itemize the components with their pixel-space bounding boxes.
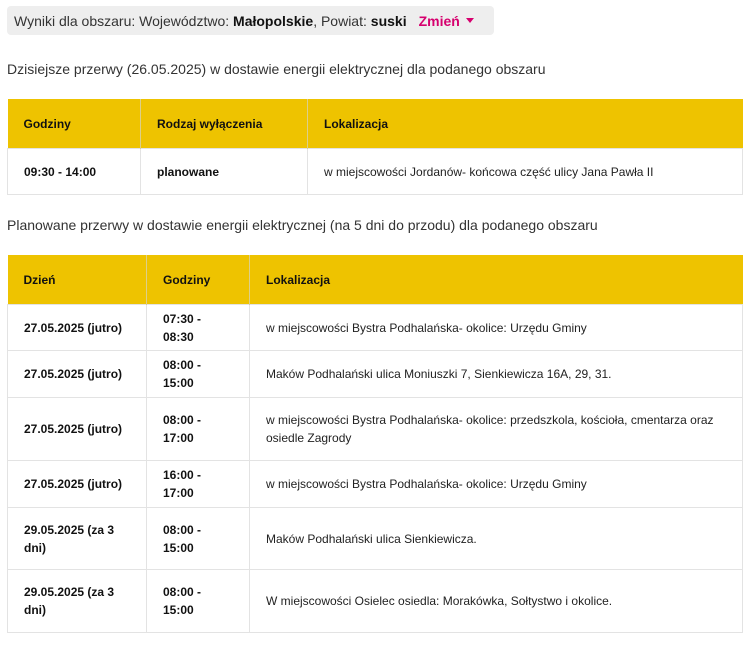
cell-day: 27.05.2025 (jutro) [7, 460, 147, 508]
area-prefix: Wyniki dla obszaru: Województwo: [14, 12, 230, 29]
table-header-row: Godziny Rodzaj wyłączenia Lokalizacja [7, 99, 743, 149]
cell-day: 27.05.2025 (jutro) [7, 304, 147, 351]
voivodeship-value: Małopolskie [233, 12, 314, 29]
page: Wyniki dla obszaru: Województwo: Małopol… [0, 0, 752, 649]
cell-location: W miejscowości Osielec osiedla: Morakówk… [249, 569, 743, 633]
cell-location: w miejscowości Bystra Podhalańska- okoli… [249, 460, 743, 508]
table-header-row: Dzień Godziny Lokalizacja [7, 255, 743, 305]
today-section-title: Dzisiejsze przerwy (26.05.2025) w dostaw… [7, 61, 546, 77]
cell-location: Maków Podhalański ulica Moniuszki 7, Sie… [249, 350, 743, 398]
cell-day: 27.05.2025 (jutro) [7, 397, 147, 461]
change-area-label: Zmień [418, 12, 460, 29]
cell-location: Maków Podhalański ulica Sienkiewicza. [249, 507, 743, 570]
column-header-hours: Godziny [7, 99, 141, 149]
cell-type: planowane [140, 148, 308, 195]
county-prefix: , Powiat: [313, 12, 367, 29]
caret-down-icon [465, 18, 474, 23]
area-selection-bar: Wyniki dla obszaru: Województwo: Małopol… [7, 6, 494, 35]
table-row: 27.05.2025 (jutro) 16:00 - 17:00 w miejs… [7, 460, 743, 508]
cell-hours: 08:00 - 15:00 [146, 507, 250, 570]
cell-location: w miejscowości Bystra Podhalańska- okoli… [249, 397, 743, 461]
cell-location: w miejscowości Jordanów- końcowa część u… [307, 148, 743, 195]
cell-hours: 08:00 - 15:00 [146, 569, 250, 633]
column-header-day: Dzień [7, 255, 147, 305]
column-header-location: Lokalizacja [249, 255, 743, 305]
table-row: 27.05.2025 (jutro) 08:00 - 17:00 w miejs… [7, 397, 743, 461]
cell-hours: 16:00 - 17:00 [146, 460, 250, 508]
cell-hours: 08:00 - 15:00 [146, 350, 250, 398]
column-header-type: Rodzaj wyłączenia [140, 99, 308, 149]
planned-outages-table: Dzień Godziny Lokalizacja 27.05.2025 (ju… [7, 255, 743, 633]
county-value: suski [370, 12, 407, 29]
change-area-button[interactable]: Zmień [419, 13, 474, 29]
cell-location: w miejscowości Bystra Podhalańska- okoli… [249, 304, 743, 351]
cell-hours: 08:00 - 17:00 [146, 397, 250, 461]
cell-day: 29.05.2025 (za 3 dni) [7, 569, 147, 633]
column-header-hours: Godziny [146, 255, 250, 305]
table-row: 27.05.2025 (jutro) 07:30 - 08:30 w miejs… [7, 304, 743, 351]
table-row: 29.05.2025 (za 3 dni) 08:00 - 15:00 Makó… [7, 507, 743, 570]
planned-section-title: Planowane przerwy w dostawie energii ele… [7, 217, 598, 233]
table-row: 29.05.2025 (za 3 dni) 08:00 - 15:00 W mi… [7, 569, 743, 633]
cell-day: 29.05.2025 (za 3 dni) [7, 507, 147, 570]
cell-hours: 09:30 - 14:00 [7, 148, 141, 195]
table-row: 27.05.2025 (jutro) 08:00 - 15:00 Maków P… [7, 350, 743, 398]
today-outages-table: Godziny Rodzaj wyłączenia Lokalizacja 09… [7, 99, 743, 195]
table-row: 09:30 - 14:00 planowane w miejscowości J… [7, 148, 743, 195]
cell-day: 27.05.2025 (jutro) [7, 350, 147, 398]
column-header-location: Lokalizacja [307, 99, 743, 149]
cell-hours: 07:30 - 08:30 [146, 304, 250, 351]
